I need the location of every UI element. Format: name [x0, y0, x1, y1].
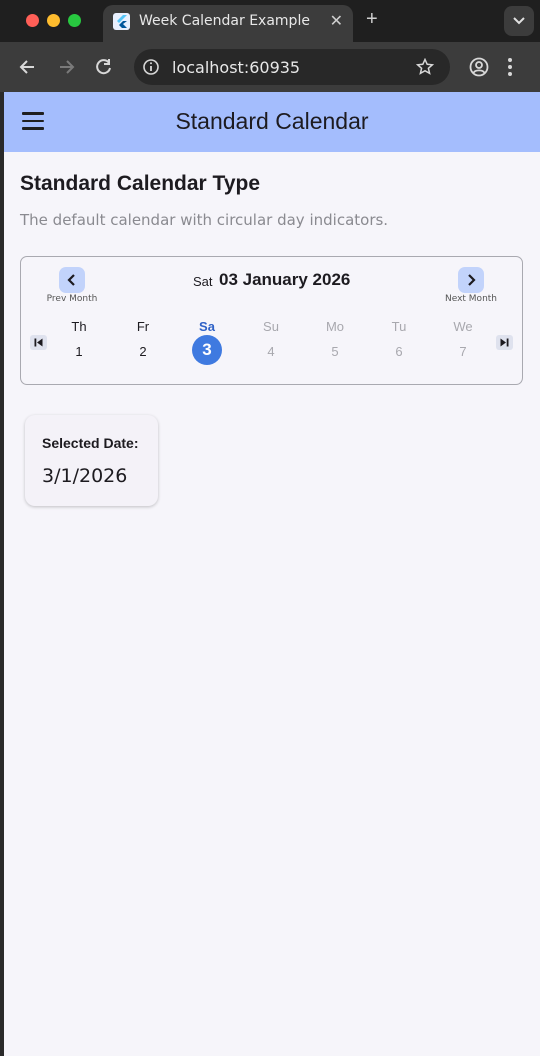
chevron-left-icon	[67, 274, 75, 286]
jump-last-button[interactable]	[496, 335, 513, 350]
day-number: 1	[75, 344, 83, 359]
browser-tab[interactable]: Week Calendar Example ✕	[103, 5, 353, 42]
day-number: 4	[267, 344, 275, 359]
day-number: 6	[395, 344, 403, 359]
header-date: 03 January 2026	[219, 270, 351, 289]
day-name: We	[453, 319, 473, 334]
jump-first-button[interactable]	[30, 335, 47, 350]
url-text[interactable]: localhost:60935	[172, 58, 300, 77]
tab-close-icon[interactable]: ✕	[330, 11, 343, 31]
app-bar: Standard Calendar	[4, 92, 540, 152]
day-cell-selected[interactable]: Sa 3	[187, 319, 227, 365]
selected-date-label: Selected Date:	[42, 435, 139, 451]
browser-toolbar: localhost:60935	[0, 42, 540, 92]
maximize-window-button[interactable]	[68, 14, 81, 27]
next-month-button[interactable]	[458, 267, 484, 293]
bookmark-star-icon[interactable]	[416, 58, 434, 76]
day-cell-disabled: Su 4	[251, 319, 291, 371]
section-title: Standard Calendar Type	[20, 172, 261, 195]
skip-next-icon	[500, 338, 509, 347]
day-cell[interactable]: Th 1	[59, 319, 99, 371]
tab-search-button[interactable]	[504, 6, 534, 36]
reload-icon[interactable]	[94, 57, 114, 77]
week-calendar: Prev Month Sat 03 January 2026 Next Mont…	[20, 256, 523, 385]
day-cell-disabled: Mo 5	[315, 319, 355, 371]
browser-tab-bar: Week Calendar Example ✕ +	[0, 0, 540, 42]
minimize-window-button[interactable]	[47, 14, 60, 27]
close-window-button[interactable]	[26, 14, 39, 27]
day-number: 2	[139, 344, 147, 359]
flutter-favicon-icon	[113, 13, 130, 30]
section-description: The default calendar with circular day i…	[20, 211, 389, 229]
header-weekday: Sat	[193, 274, 213, 289]
day-number: 7	[459, 344, 467, 359]
skip-previous-icon	[34, 338, 43, 347]
next-month-label: Next Month	[444, 294, 498, 304]
day-cell-disabled: Tu 6	[379, 319, 419, 371]
day-name: Mo	[325, 319, 345, 334]
new-tab-button[interactable]: +	[366, 8, 378, 31]
tab-title: Week Calendar Example	[139, 13, 310, 29]
forward-arrow-icon[interactable]	[56, 57, 76, 77]
day-cell[interactable]: Fr 2	[123, 319, 163, 371]
day-name: Su	[263, 319, 279, 334]
day-name: Tu	[391, 319, 407, 334]
day-cell-disabled: We 7	[443, 319, 483, 371]
chevron-down-icon	[513, 17, 525, 25]
address-bar[interactable]: localhost:60935	[134, 49, 450, 85]
back-arrow-icon[interactable]	[18, 57, 38, 77]
chevron-right-icon	[468, 274, 476, 286]
day-name: Th	[71, 319, 87, 334]
profile-icon[interactable]	[468, 56, 490, 78]
day-name: Fr	[136, 319, 150, 334]
site-info-icon[interactable]	[142, 58, 160, 76]
app-bar-title: Standard Calendar	[175, 108, 369, 134]
prev-month-label: Prev Month	[46, 294, 98, 304]
more-options-icon[interactable]	[506, 56, 514, 78]
selected-day-circle: 3	[192, 335, 222, 365]
selected-date-card: Selected Date: 3/1/2026	[25, 415, 158, 506]
selected-date-value: 3/1/2026	[42, 465, 128, 487]
prev-month-button[interactable]	[59, 267, 85, 293]
day-number: 5	[331, 344, 339, 359]
day-name: Sa	[199, 319, 215, 334]
page-content: Standard Calendar Standard Calendar Type…	[4, 92, 540, 1056]
